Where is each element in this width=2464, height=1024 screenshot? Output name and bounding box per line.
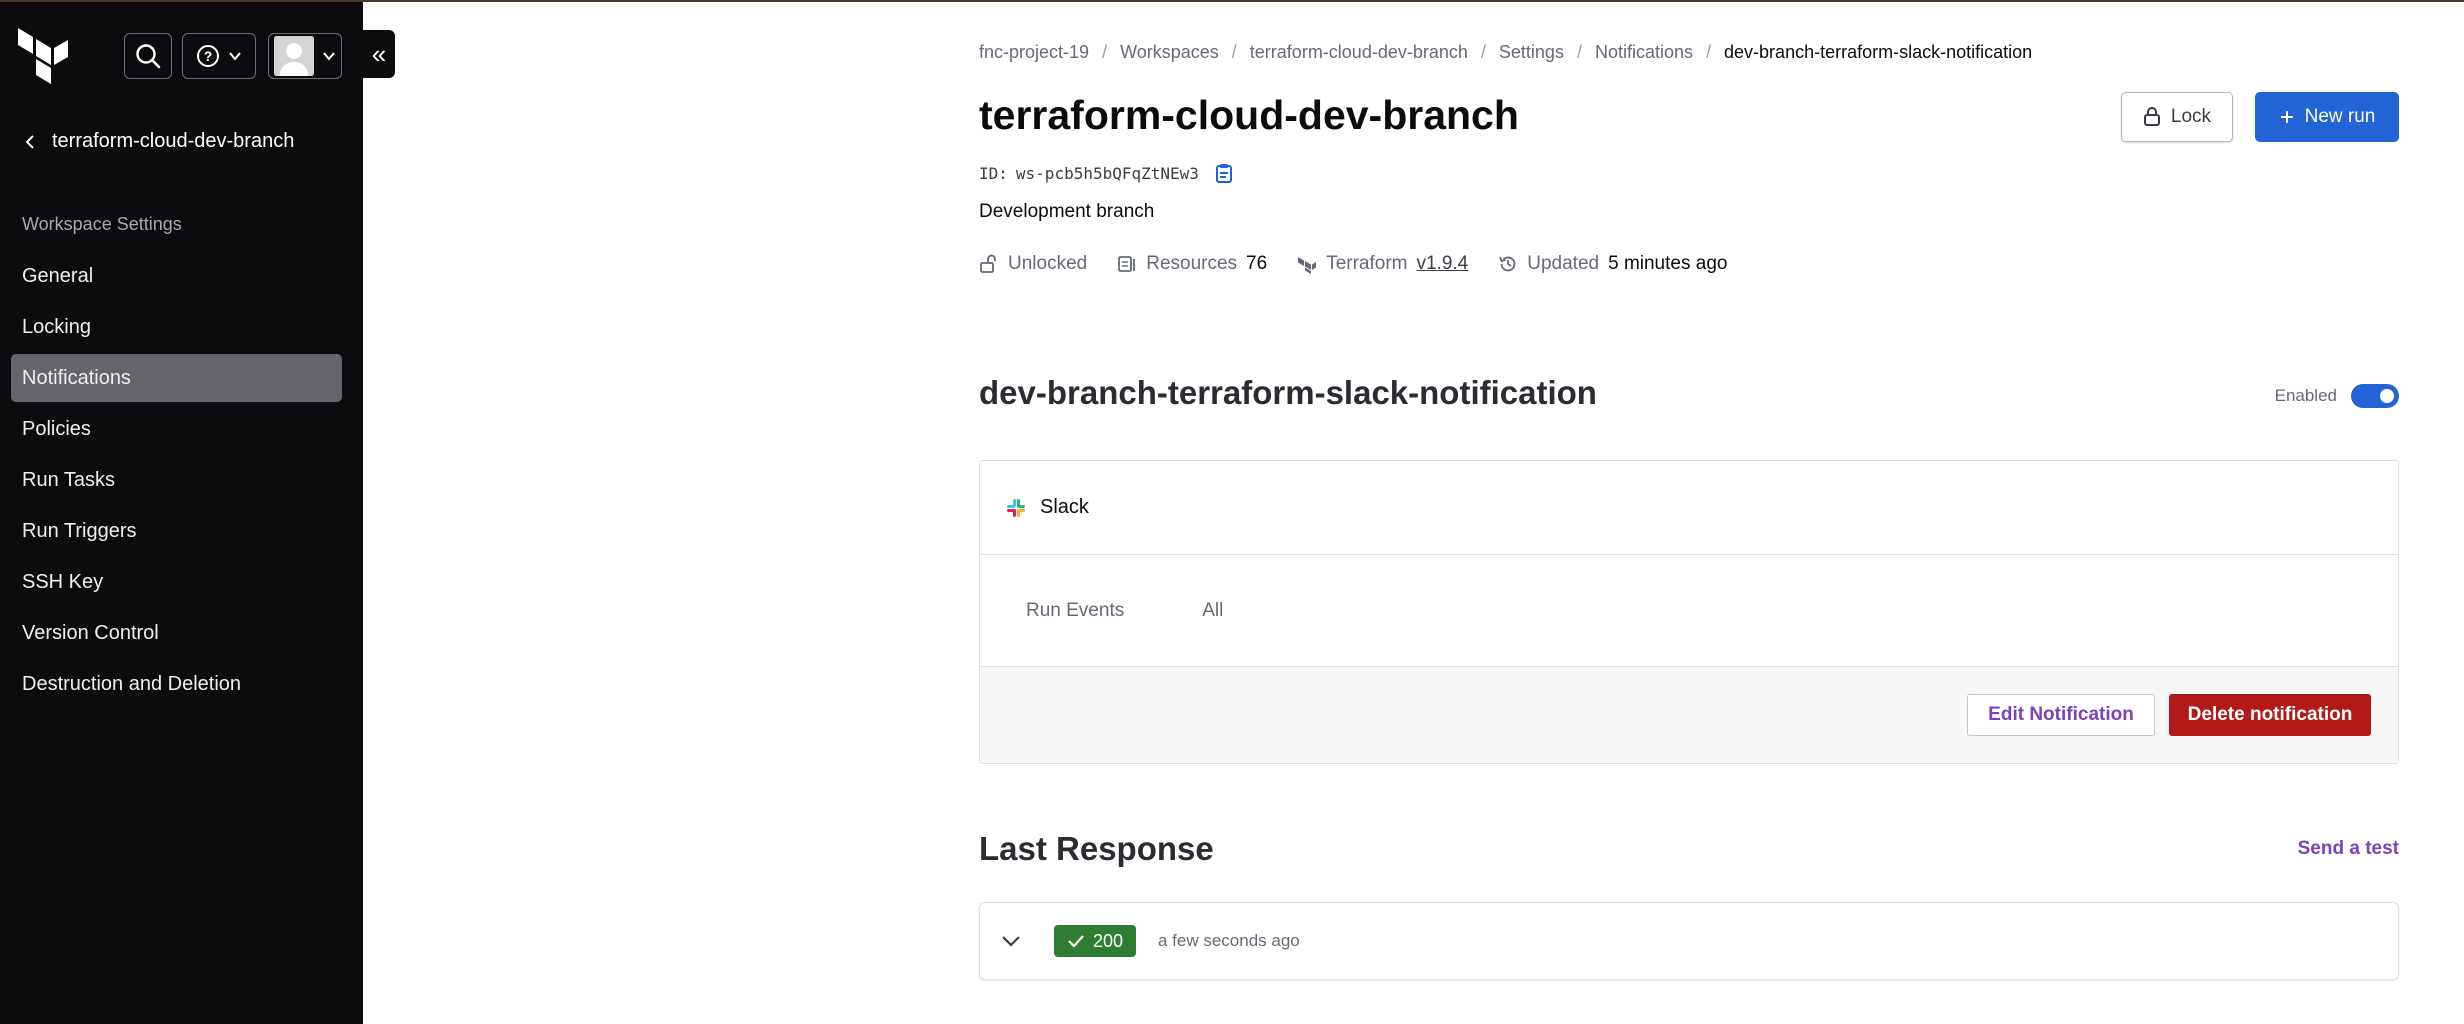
breadcrumb: fnc-project-19 / Workspaces / terraform-… <box>979 42 2032 63</box>
breadcrumb-settings[interactable]: Settings <box>1499 42 1564 63</box>
delete-notification-button[interactable]: Delete notification <box>2169 694 2371 736</box>
sidebar-item-run-triggers[interactable]: Run Triggers <box>11 507 342 555</box>
breadcrumb-separator: / <box>1706 42 1712 62</box>
sidebar-item-version-control[interactable]: Version Control <box>11 609 342 657</box>
chevron-down-icon <box>229 52 241 61</box>
status-code: 200 <box>1092 930 1124 951</box>
svg-text:?: ? <box>204 48 213 64</box>
breadcrumb-separator: / <box>1102 42 1108 62</box>
workspace-description: Development branch <box>979 201 1155 222</box>
notification-card: Slack Run Events All Edit Notification D… <box>979 460 2399 764</box>
sidebar-item-destruction-and-deletion[interactable]: Destruction and Deletion <box>11 660 342 708</box>
resources-value: 76 <box>1246 253 1268 274</box>
sidebar-item-general[interactable]: General <box>11 252 342 300</box>
breadcrumb-current: dev-branch-terraform-slack-notification <box>1724 42 2033 62</box>
sidebar-item-run-tasks[interactable]: Run Tasks <box>11 456 342 504</box>
last-response-heading: Last Response <box>979 830 1214 867</box>
workspace-meta: Unlocked Resources 76 Terraform v1.9.4 U… <box>979 253 1727 275</box>
breadcrumb-workspaces[interactable]: Workspaces <box>1120 42 1219 63</box>
events-row: Run Events All <box>980 555 2398 667</box>
events-label: Run Events <box>1026 599 1125 621</box>
settings-nav: General Locking Notifications Policies R… <box>11 252 342 711</box>
section-label: Workspace Settings <box>22 214 182 234</box>
chevron-down-icon[interactable] <box>1000 930 1022 952</box>
double-chevron-left-icon: « <box>371 38 387 69</box>
main-content: fnc-project-19 / Workspaces / terraform-… <box>979 0 2399 1024</box>
breadcrumb-notifications[interactable]: Notifications <box>1595 42 1693 63</box>
notification-title: dev-branch-terraform-slack-notification <box>979 374 1597 411</box>
enabled-toggle-group: Enabled <box>2275 384 2399 408</box>
chevron-left-icon <box>25 134 34 149</box>
help-icon: ? <box>197 45 219 67</box>
enabled-toggle[interactable] <box>2351 384 2399 408</box>
destination-row: Slack <box>980 461 2398 555</box>
updated-label: Updated <box>1527 253 1600 274</box>
destination-name: Slack <box>1040 496 1089 518</box>
history-icon <box>1499 256 1516 272</box>
terraform-version-link[interactable]: v1.9.4 <box>1416 253 1468 275</box>
enabled-label: Enabled <box>2274 386 2337 405</box>
back-to-workspace-link[interactable]: terraform-cloud-dev-branch <box>24 130 294 153</box>
new-run-label: New run <box>2304 106 2376 127</box>
user-menu-button[interactable] <box>268 33 342 79</box>
unlock-icon <box>980 254 996 273</box>
breadcrumb-project[interactable]: fnc-project-19 <box>979 42 1089 63</box>
events-value: All <box>1202 599 1224 621</box>
breadcrumb-separator: / <box>1576 42 1582 62</box>
terraform-logo-icon[interactable] <box>18 28 68 84</box>
lock-status-text: Unlocked <box>1008 253 1088 274</box>
breadcrumb-workspace[interactable]: terraform-cloud-dev-branch <box>1250 42 1468 63</box>
page-title: terraform-cloud-dev-branch <box>979 92 1519 138</box>
send-test-link[interactable]: Send a test <box>2298 838 2399 860</box>
breadcrumb-separator: / <box>1231 42 1237 62</box>
sidebar-item-ssh-key[interactable]: SSH Key <box>11 558 342 606</box>
search-icon <box>136 44 161 69</box>
lock-status: Unlocked <box>979 253 1087 275</box>
lock-icon <box>2143 107 2160 126</box>
status-badge: 200 <box>1054 925 1136 957</box>
back-link-label: terraform-cloud-dev-branch <box>52 130 295 152</box>
updated-time: Updated 5 minutes ago <box>1498 253 1727 275</box>
slack-icon <box>1007 498 1025 517</box>
id-label: ID: <box>979 163 1008 183</box>
copy-icon[interactable] <box>1213 162 1235 184</box>
breadcrumb-separator: / <box>1480 42 1486 62</box>
search-button[interactable] <box>124 33 172 79</box>
edit-notification-button[interactable]: Edit Notification <box>1967 694 2155 736</box>
resources-label: Resources <box>1146 253 1238 274</box>
terraform-label: Terraform <box>1326 253 1408 274</box>
new-run-button[interactable]: New run <box>2255 92 2399 142</box>
collapse-sidebar-button[interactable]: « <box>363 30 395 78</box>
response-row[interactable]: 200 a few seconds ago <box>979 902 2399 980</box>
avatar <box>274 36 314 76</box>
check-icon <box>1068 935 1084 948</box>
sidebar-item-locking[interactable]: Locking <box>11 303 342 351</box>
lock-button[interactable]: Lock <box>2121 92 2233 142</box>
terraform-version: Terraform v1.9.4 <box>1297 253 1468 275</box>
lock-button-label: Lock <box>2170 106 2212 127</box>
response-time: a few seconds ago <box>1158 931 1300 950</box>
plus-icon <box>2280 111 2293 123</box>
sidebar: ? terraform-cloud-dev-branch Workspace S… <box>0 2 363 1024</box>
workspace-id: ID: ws-pcb5h5bQFqZtNEw3 <box>979 162 1235 184</box>
card-actions: Edit Notification Delete notification <box>980 667 2398 763</box>
sidebar-item-policies[interactable]: Policies <box>11 405 342 453</box>
chevron-down-icon <box>323 52 335 61</box>
updated-value: 5 minutes ago <box>1608 253 1728 274</box>
resources-icon <box>1118 256 1136 272</box>
resources-count: Resources 76 <box>1117 253 1267 275</box>
terraform-icon <box>1298 257 1317 274</box>
id-value: ws-pcb5h5bQFqZtNEw3 <box>1015 163 1199 183</box>
sidebar-item-notifications[interactable]: Notifications <box>11 354 342 402</box>
help-menu-button[interactable]: ? <box>182 33 256 79</box>
